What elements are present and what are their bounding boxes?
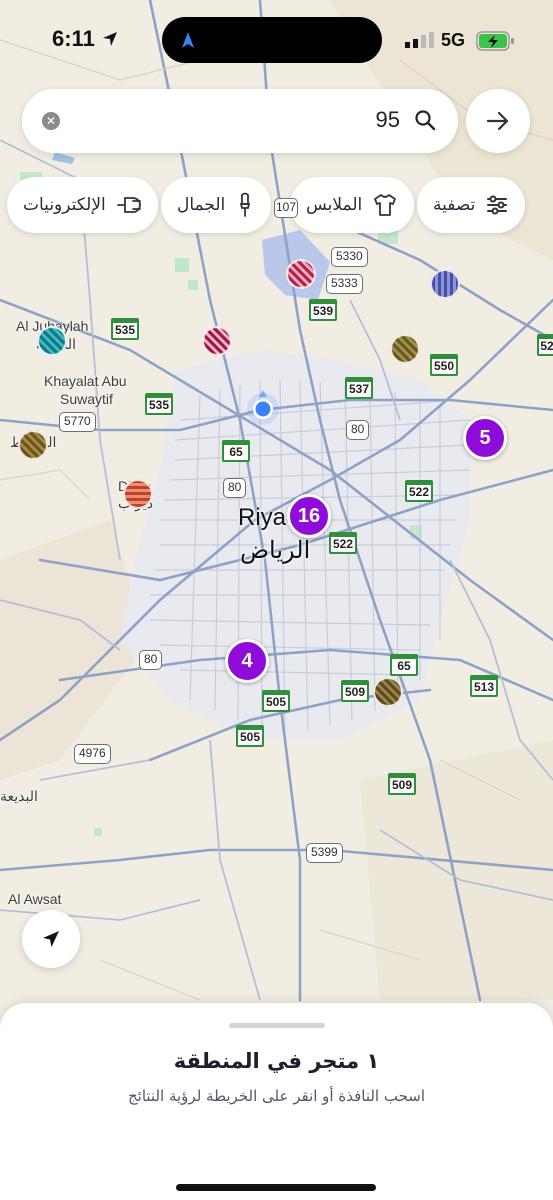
user-location-dot [247,390,279,425]
place-label: Khayalat Abu [44,373,127,389]
highway-shield: 550 [430,354,458,376]
search-bar[interactable]: ✕ 95 [22,89,458,153]
store-marker[interactable] [390,334,420,364]
highway-shield: 65 [390,654,418,676]
sheet-handle[interactable] [229,1023,325,1028]
highway-shield: 522 [405,480,433,502]
signal-icon [405,32,434,48]
road-shield: 5770 [59,412,96,432]
place-label: Al Awsat [8,891,62,907]
place-label: البديعة [0,788,38,804]
store-marker[interactable] [123,479,153,509]
clock: 6:11 [52,26,95,51]
status-bar: 6:11 5G [0,0,553,80]
store-cluster[interactable]: 4 [225,639,269,683]
highway-shield: 535 [145,393,173,415]
beauty-chip-label: الجمال [177,195,226,215]
highway-shield: 539 [309,299,337,321]
highway-shield: 509 [388,773,416,795]
arrow-right-icon [486,111,509,131]
road-shield: 80 [139,650,163,670]
electronics-chip-label: الإلكترونيات [23,195,106,215]
store-marker[interactable] [373,677,403,707]
highway-shield: 505 [262,690,290,712]
city-label: Riya [238,504,287,531]
results-count-title: ١ متجر في المنطقة [173,1049,380,1073]
home-indicator[interactable] [176,1184,376,1191]
road-shield: 5330 [331,247,368,267]
forward-button[interactable] [466,89,530,153]
battery-charging-icon [476,31,514,51]
highway-shield: 52 [537,334,553,356]
road-shield: 5399 [306,843,343,863]
location-arrow-icon [43,931,59,947]
shirt-icon [374,194,397,216]
store-marker[interactable] [430,269,460,299]
lipstick-icon [240,192,251,217]
filter-chip[interactable]: تصفية [417,177,526,233]
sliders-icon [487,195,508,215]
highway-shield: 513 [470,675,498,697]
highway-shield: 522 [329,532,357,554]
road-shield: 80 [223,478,247,498]
highway-shield: 505 [236,725,264,747]
clothing-chip[interactable]: الملابس [290,177,415,233]
filter-chip-label: تصفية [433,195,476,215]
location-arrow-icon [103,32,117,46]
electronics-chip[interactable]: الإلكترونيات [7,177,158,233]
results-hint: اسحب النافذة أو انقر على الخريطة لرؤية ا… [127,1087,426,1105]
highway-shield: 509 [341,680,369,702]
city-label: الرياض [240,537,311,564]
navigation-icon [182,32,194,48]
store-marker[interactable] [37,326,67,356]
road-shield: 107 [274,198,299,218]
road-shield: 80 [346,420,370,440]
clothing-chip-label: الملابس [306,195,363,215]
highway-shield: 535 [111,318,139,340]
plug-icon [116,197,141,213]
search-icon [415,110,436,131]
results-sheet[interactable]: ١ متجر في المنطقة اسحب النافذة أو انقر ع… [0,1003,553,1200]
clear-search-icon[interactable]: ✕ [42,112,60,130]
road-shield: 5333 [326,274,363,294]
highway-shield: 537 [345,377,373,399]
search-input[interactable]: 95 [376,107,400,133]
store-marker[interactable] [18,430,48,460]
place-label: Suwaytif [60,391,113,407]
network-type: 5G [441,30,466,50]
beauty-chip[interactable]: الجمال [161,177,272,233]
store-marker[interactable] [286,259,316,289]
store-cluster[interactable]: 5 [463,416,507,460]
store-marker[interactable] [202,326,232,356]
locate-me-button[interactable] [22,910,80,968]
store-cluster[interactable]: 16 [287,494,331,538]
road-shield: 4976 [74,744,111,764]
highway-shield: 65 [222,440,250,462]
